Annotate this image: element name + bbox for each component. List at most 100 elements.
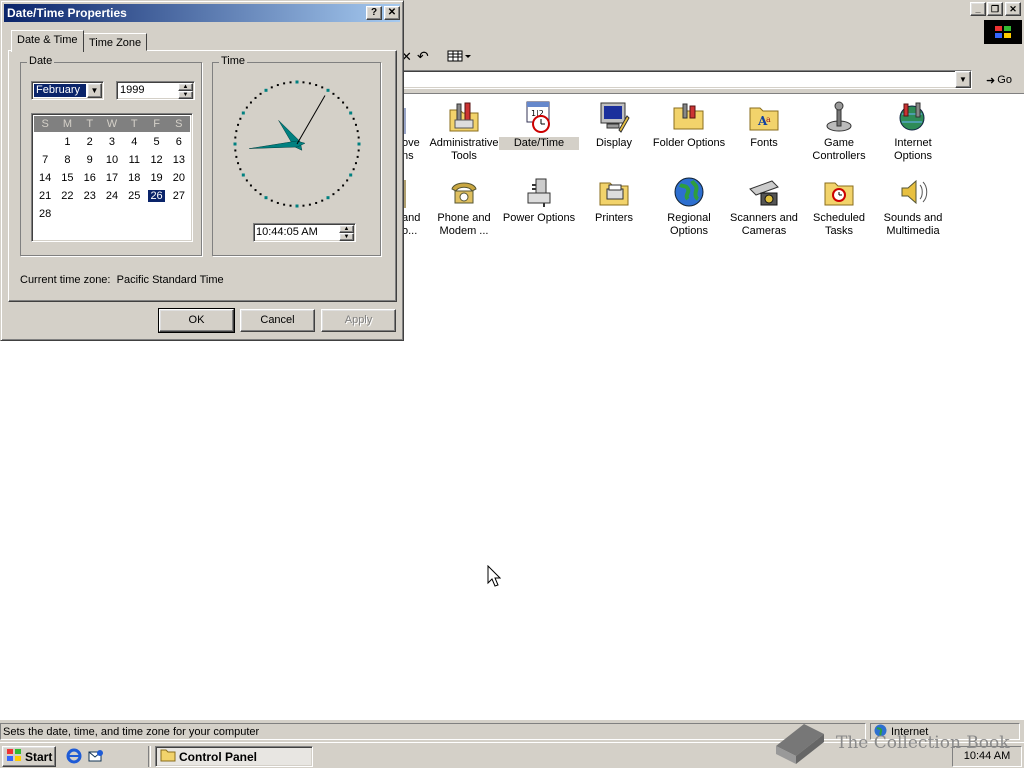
go-button[interactable]: ➜ Go	[978, 70, 1020, 90]
clock-minute-mark	[321, 199, 324, 202]
folder-options-item[interactable]: Folder Options	[649, 100, 729, 150]
weekday-label: S	[175, 118, 183, 130]
windows-logo-icon	[984, 20, 1022, 44]
close-button[interactable]: ✕	[1005, 2, 1021, 16]
calendar-day[interactable]: 8	[56, 152, 78, 170]
clock-minute-mark	[354, 162, 357, 165]
views-icon[interactable]	[447, 48, 473, 64]
calendar-day[interactable]: 5	[145, 134, 167, 152]
calendar-day[interactable]: 18	[123, 170, 145, 188]
address-dropdown-button[interactable]: ▼	[955, 71, 971, 88]
telephone-icon	[447, 175, 481, 209]
help-button[interactable]: ?	[366, 6, 382, 20]
clock-minute-mark	[259, 193, 262, 196]
cancel-button[interactable]: Cancel	[240, 309, 315, 332]
clock-minute-mark	[234, 149, 237, 152]
chevron-down-icon[interactable]: ▼	[87, 83, 102, 98]
calendar-day[interactable]: 21	[34, 188, 56, 206]
calendar-day[interactable]: 3	[101, 134, 123, 152]
calendar-day[interactable]: 9	[79, 152, 101, 170]
calendar-day[interactable]: 19	[145, 170, 167, 188]
folder-options-icon	[672, 100, 706, 134]
dialog-close-button[interactable]: ✕	[384, 6, 400, 20]
calendar-day[interactable]: 10	[101, 152, 123, 170]
calendar-day[interactable]: 4	[123, 134, 145, 152]
tab-date-time[interactable]: Date & Time	[11, 30, 84, 52]
taskbar-control-panel-button[interactable]: Control Panel	[155, 746, 313, 767]
clock-minute-mark	[352, 117, 355, 120]
calendar-day[interactable]: 12	[145, 152, 167, 170]
calendar-day[interactable]: 7	[34, 152, 56, 170]
clock-hour-mark	[295, 204, 299, 208]
time-down-arrow-icon[interactable]: ▼	[339, 233, 354, 241]
clock-minute-mark	[342, 101, 345, 104]
restore-button[interactable]: ❐	[987, 2, 1003, 16]
time-spinner[interactable]: 10:44:05 AM ▲ ▼	[253, 223, 356, 242]
internet-explorer-icon[interactable]	[66, 748, 82, 767]
tab-time-zone[interactable]: Time Zone	[83, 33, 148, 51]
calendar-day[interactable]: 17	[101, 170, 123, 188]
game-controllers-item[interactable]: Game Controllers	[799, 100, 879, 163]
display-item[interactable]: Display	[574, 100, 654, 150]
printers-item[interactable]: Printers	[574, 175, 654, 225]
mouse-cursor-icon	[487, 565, 501, 587]
calendar-day[interactable]: 11	[123, 152, 145, 170]
year-up-arrow-icon[interactable]: ▲	[178, 83, 193, 91]
clock-minute-mark	[356, 155, 359, 158]
month-select[interactable]: February ▼	[31, 81, 104, 100]
calendar-day[interactable]: 2	[79, 134, 101, 152]
power-options-item[interactable]: Power Options	[499, 175, 579, 225]
calendar-day[interactable]: 22	[56, 188, 78, 206]
globe-icon	[672, 175, 706, 209]
calendar-day[interactable]: 14	[34, 170, 56, 188]
scheduled-tasks-item[interactable]: Scheduled Tasks	[799, 175, 879, 238]
calendar-day[interactable]: 24	[101, 188, 123, 206]
year-down-arrow-icon[interactable]: ▼	[178, 91, 193, 99]
clock-minute-mark	[308, 82, 311, 85]
calendar-day[interactable]: 16	[79, 170, 101, 188]
ok-button[interactable]: OK	[158, 308, 235, 333]
calendar-day[interactable]: 26	[145, 188, 167, 206]
calendar-day[interactable]: 6	[168, 134, 190, 152]
phone-and-modem-item[interactable]: Phone and Modem ...	[424, 175, 504, 238]
system-tray-clock[interactable]: 10:44 AM	[952, 746, 1022, 767]
printer-folder-icon	[597, 175, 631, 209]
calendar-day[interactable]: 15	[56, 170, 78, 188]
scanners-and-cameras-item[interactable]: Scanners and Cameras	[724, 175, 804, 238]
clock-hour-mark	[349, 111, 353, 115]
calendar-day[interactable]: 20	[168, 170, 190, 188]
sounds-and-multimedia-item[interactable]: Sounds and Multimedia	[873, 175, 953, 238]
clock-minute-mark	[315, 201, 318, 204]
calendar-day[interactable]: 25	[123, 188, 145, 206]
administrative-tools-item[interactable]: Administrative Tools	[424, 100, 504, 163]
apply-button[interactable]: Apply	[321, 309, 396, 332]
internet-options-item[interactable]: Internet Options	[873, 100, 953, 163]
start-button[interactable]: Start	[2, 746, 56, 767]
calendar-day[interactable]: 13	[168, 152, 190, 170]
calendar-day[interactable]: 23	[79, 188, 101, 206]
outlook-express-icon[interactable]	[88, 748, 104, 767]
clock-minute-mark	[352, 168, 355, 171]
calendar-day[interactable]: 1	[56, 134, 78, 152]
time-up-arrow-icon[interactable]: ▲	[339, 225, 354, 233]
regional-options-item[interactable]: Regional Options	[649, 175, 729, 238]
calendar-empty-cell	[34, 134, 56, 152]
address-bar[interactable]	[400, 70, 972, 89]
clock-minute-mark	[332, 193, 335, 196]
date-time-properties-dialog: Date/Time Properties ? ✕ Date & Time Tim…	[0, 0, 404, 341]
year-spinner[interactable]: 1999 ▲ ▼	[116, 81, 195, 100]
fonts-item[interactable]: Aa Fonts	[724, 100, 804, 150]
date-time-item[interactable]: 1|2 Date/Time	[499, 100, 579, 150]
calendar-day[interactable]: 27	[168, 188, 190, 206]
fonts-folder-icon: Aa	[747, 100, 781, 134]
clock-minute-mark	[354, 123, 357, 126]
calendar-day[interactable]: 28	[34, 206, 56, 224]
monitor-icon	[597, 100, 631, 134]
control-panel-icon	[160, 748, 176, 765]
windows-flag-icon	[6, 748, 22, 765]
undo-icon[interactable]: ↶	[417, 48, 429, 65]
minimize-button[interactable]: _	[970, 2, 986, 16]
analog-clock	[232, 79, 362, 209]
clock-minute-mark	[315, 84, 318, 87]
clock-minute-mark	[245, 179, 248, 182]
